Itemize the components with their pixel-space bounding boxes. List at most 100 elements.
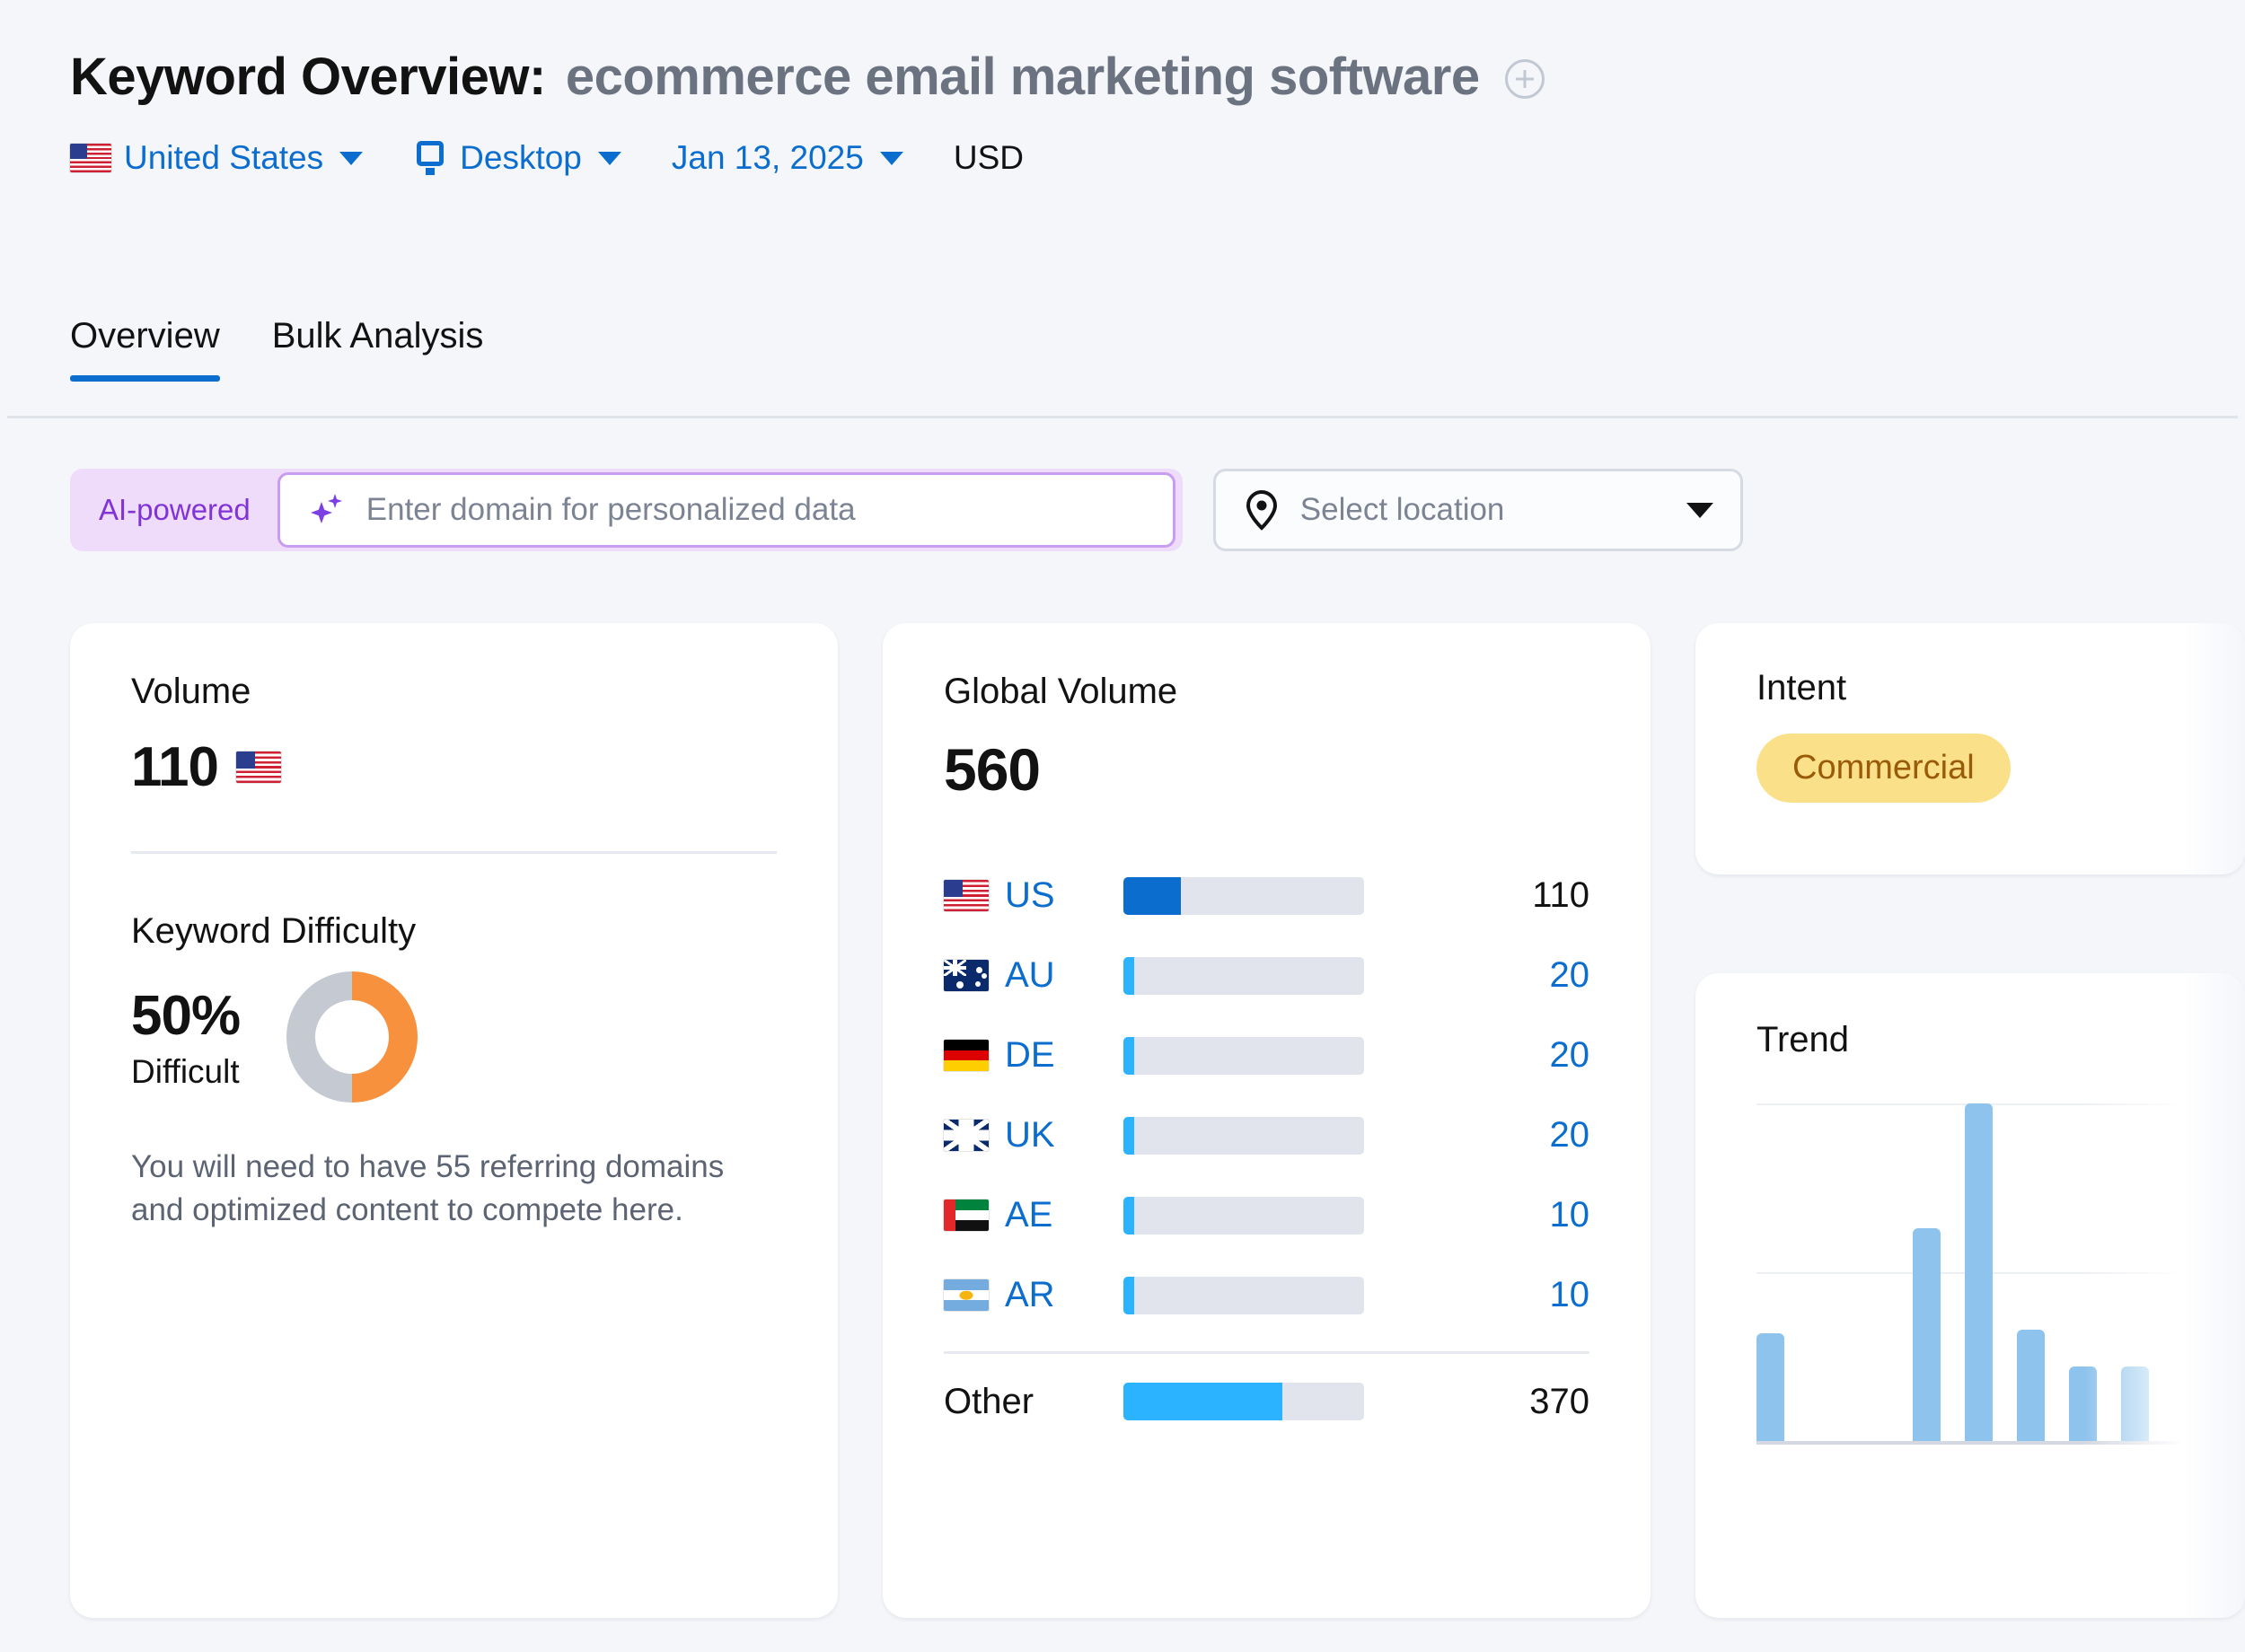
plus-circle-icon[interactable] (1505, 59, 1545, 99)
device-selector[interactable]: Desktop (413, 139, 621, 177)
trend-bar (1756, 1333, 1784, 1441)
sparkle-icon (307, 490, 347, 530)
volume-bar-fill (1123, 957, 1134, 995)
tab-bar-divider (7, 416, 2238, 418)
ai-domain-group: AI-powered Enter domain for personalized… (70, 469, 1183, 551)
list-item[interactable]: AU 20 (944, 936, 1589, 1015)
global-volume-label: Global Volume (944, 672, 1589, 712)
volume-bar-track (1123, 957, 1364, 995)
domain-input-placeholder: Enter domain for personalized data (366, 492, 856, 528)
volume-label: Volume (131, 672, 777, 712)
ar-flag-icon (944, 1279, 989, 1311)
country-code: AR (1005, 1275, 1055, 1315)
country-code: AU (1005, 955, 1055, 996)
keyword-overview-page: Keyword Overview: ecommerce email market… (0, 0, 2245, 1652)
trend-card: Trend (1695, 973, 2245, 1618)
country-code: UK (1005, 1115, 1055, 1156)
volume-divider (131, 851, 777, 854)
map-pin-icon (1243, 489, 1281, 531)
filter-bar: AI-powered Enter domain for personalized… (70, 469, 1743, 551)
list-item-other: Other 370 (944, 1359, 1589, 1444)
volume-value: 110 (131, 735, 218, 799)
date-selector[interactable]: Jan 13, 2025 (672, 139, 903, 177)
de-flag-icon (944, 1040, 989, 1071)
list-item[interactable]: US 110 (944, 856, 1589, 936)
list-item[interactable]: AR 10 (944, 1255, 1589, 1335)
trend-label: Trend (1756, 1020, 2184, 1060)
location-select[interactable]: Select location (1213, 469, 1743, 551)
list-item[interactable]: AE 10 (944, 1175, 1589, 1255)
volume-value: 110 (1532, 875, 1589, 916)
keyword-difficulty-donut (286, 971, 418, 1103)
domain-input[interactable]: Enter domain for personalized data (277, 472, 1175, 548)
au-flag-icon (944, 960, 989, 991)
country-selector[interactable]: United States (70, 139, 363, 177)
trend-bar (1965, 1103, 1993, 1441)
trend-chart (1756, 1103, 2184, 1445)
page-header: Keyword Overview: ecommerce email market… (70, 43, 1545, 183)
device-selector-label: Desktop (460, 139, 582, 177)
chevron-down-icon (1686, 503, 1713, 518)
trend-bar (2017, 1330, 2045, 1441)
volume-card: Volume 110 Keyword Difficulty 50% Diffic… (70, 623, 838, 1618)
header-meta-row: United States Desktop Jan 13, 2025 USD (70, 133, 1545, 183)
volume-bar-fill (1123, 877, 1181, 915)
location-select-label: Select location (1300, 492, 1505, 528)
chevron-down-icon (339, 152, 363, 165)
page-title: Keyword Overview: ecommerce email market… (70, 43, 1545, 110)
page-title-prefix: Keyword Overview: (70, 47, 546, 107)
country-code: US (1005, 875, 1055, 916)
other-label: Other (944, 1382, 1034, 1422)
global-volume-divider (944, 1351, 1589, 1354)
intent-label: Intent (1756, 668, 2184, 708)
country-code: DE (1005, 1035, 1055, 1076)
volume-value: 10 (1550, 1195, 1590, 1235)
volume-value-row: 110 (131, 735, 777, 799)
country-code: AE (1005, 1195, 1052, 1235)
currency-label-wrap: USD (954, 139, 1024, 177)
page-title-keyword: ecommerce email marketing software (566, 47, 1480, 107)
keyword-difficulty-section: Keyword Difficulty 50% Difficult You wil… (131, 911, 777, 1231)
trend-bar (1913, 1228, 1941, 1441)
volume-value: 20 (1550, 1115, 1590, 1156)
tab-bulk-analysis-label: Bulk Analysis (272, 316, 484, 356)
trend-bar (2225, 1320, 2245, 1441)
us-flag-icon (70, 144, 111, 172)
uk-flag-icon (944, 1120, 989, 1151)
desktop-monitor-icon (413, 141, 447, 175)
volume-value: 20 (1550, 955, 1590, 996)
trend-bars (1756, 1103, 2245, 1441)
status-badge: Commercial (1756, 734, 2011, 803)
other-value: 370 (1529, 1382, 1589, 1422)
volume-value: 10 (1550, 1275, 1590, 1315)
currency-label: USD (954, 139, 1024, 177)
volume-bar-track (1123, 1383, 1364, 1420)
volume-value: 20 (1550, 1035, 1590, 1076)
volume-bar-fill (1123, 1117, 1134, 1155)
list-item[interactable]: DE 20 (944, 1015, 1589, 1095)
volume-bar-track (1123, 877, 1364, 915)
ae-flag-icon (944, 1199, 989, 1231)
global-volume-card: Global Volume 560 US 110 (883, 623, 1651, 1618)
tab-overview-label: Overview (70, 316, 220, 356)
date-selector-label: Jan 13, 2025 (672, 139, 864, 177)
global-volume-country-list: US 110 (944, 856, 1589, 1444)
keyword-difficulty-description: You will need to have 55 referring domai… (131, 1146, 760, 1231)
ai-powered-badge: AI-powered (70, 493, 277, 527)
us-flag-icon (944, 880, 989, 911)
global-volume-value: 560 (944, 735, 1589, 804)
volume-bar-fill (1123, 1197, 1134, 1235)
tab-bulk-analysis[interactable]: Bulk Analysis (272, 316, 484, 382)
country-selector-label: United States (124, 139, 323, 177)
intent-card: Intent Commercial (1695, 623, 2245, 874)
list-item[interactable]: UK 20 (944, 1095, 1589, 1175)
chevron-down-icon (880, 152, 903, 165)
volume-bar-fill (1123, 1383, 1282, 1420)
trend-bar (2121, 1366, 2149, 1441)
chevron-down-icon (598, 152, 621, 165)
keyword-difficulty-row: 50% Difficult (131, 971, 777, 1103)
chart-baseline (1756, 1441, 2245, 1445)
volume-bar-fill (1123, 1277, 1134, 1314)
volume-bar-track (1123, 1277, 1364, 1314)
tab-overview[interactable]: Overview (70, 316, 220, 382)
